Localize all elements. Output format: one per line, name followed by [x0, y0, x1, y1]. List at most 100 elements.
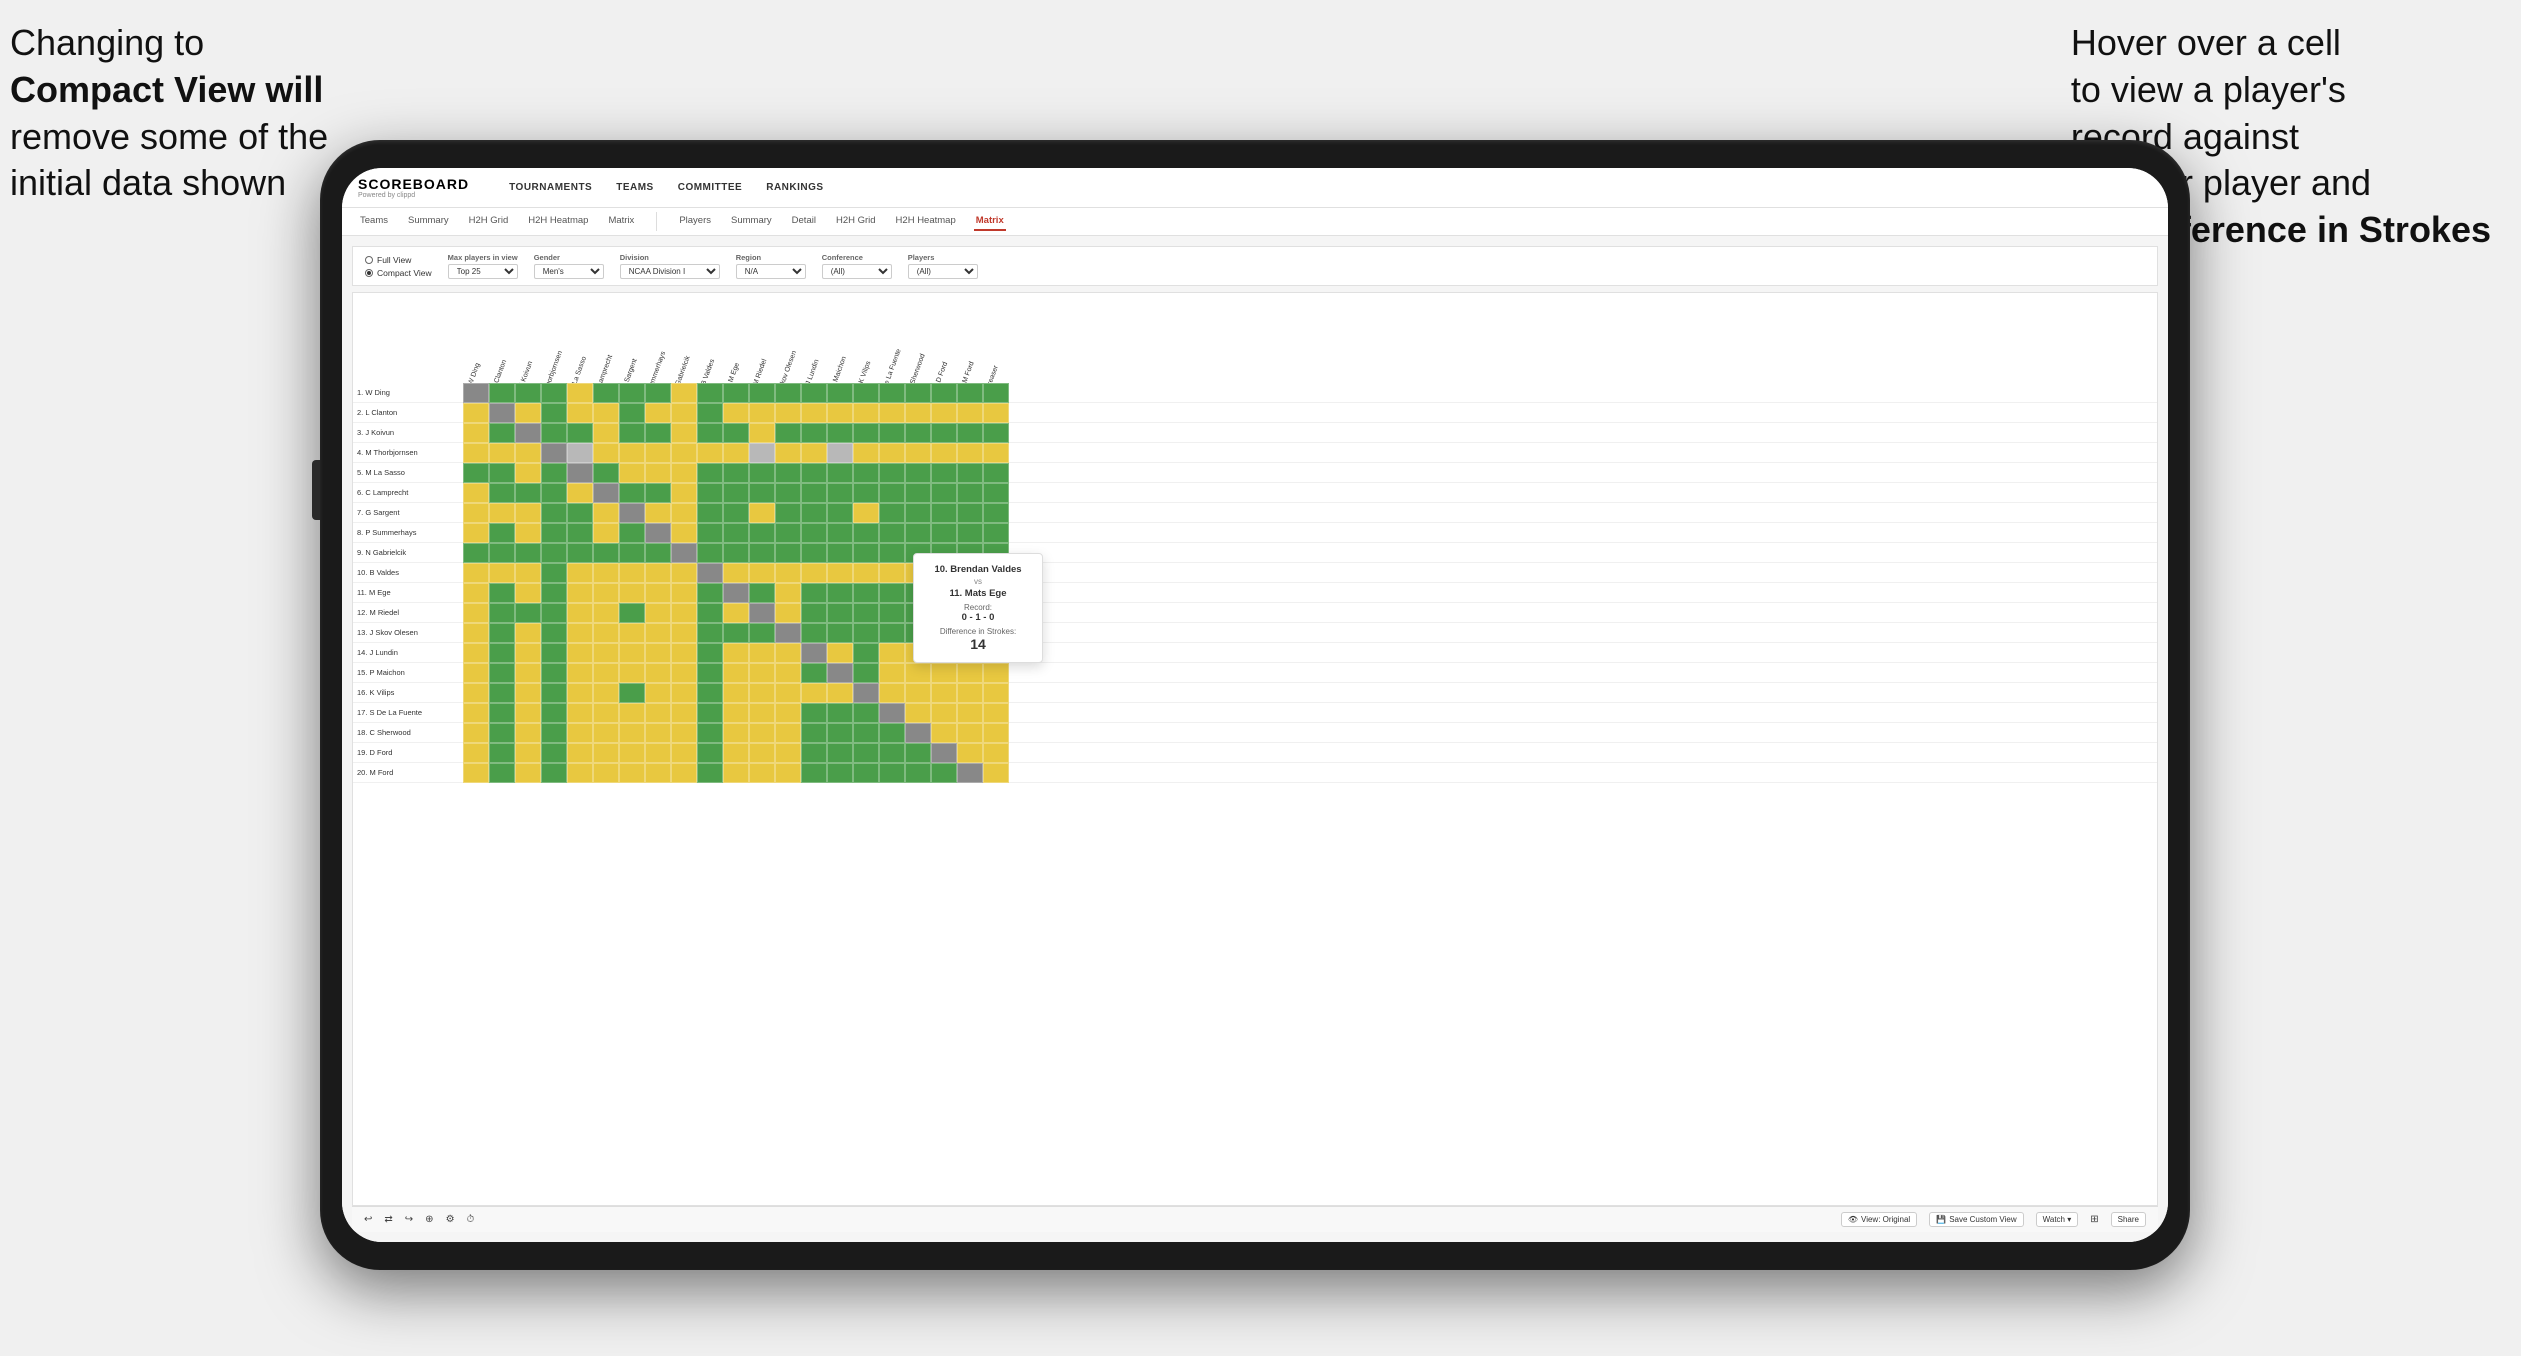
cell-7-10[interactable] — [723, 523, 749, 543]
cell-14-13[interactable] — [801, 663, 827, 683]
cell-16-3[interactable] — [541, 703, 567, 723]
cell-17-12[interactable] — [775, 723, 801, 743]
cell-3-10[interactable] — [723, 443, 749, 463]
cell-16-8[interactable] — [671, 703, 697, 723]
cell-12-9[interactable] — [697, 623, 723, 643]
cell-1-2[interactable] — [515, 403, 541, 423]
cell-2-2[interactable] — [515, 423, 541, 443]
cell-7-3[interactable] — [541, 523, 567, 543]
cell-18-16[interactable] — [879, 743, 905, 763]
cell-18-2[interactable] — [515, 743, 541, 763]
subnav-h2h-grid1[interactable]: H2H Grid — [467, 212, 511, 231]
cell-12-11[interactable] — [749, 623, 775, 643]
cell-2-1[interactable] — [489, 423, 515, 443]
subnav-matrix2[interactable]: Matrix — [974, 212, 1006, 231]
cell-8-7[interactable] — [645, 543, 671, 563]
cell-4-13[interactable] — [801, 463, 827, 483]
subnav-h2h-grid2[interactable]: H2H Grid — [834, 212, 878, 231]
cell-19-6[interactable] — [619, 763, 645, 783]
cell-2-10[interactable] — [723, 423, 749, 443]
cell-19-19[interactable] — [957, 763, 983, 783]
cell-15-17[interactable] — [905, 683, 931, 703]
cell-12-2[interactable] — [515, 623, 541, 643]
undo-icon[interactable]: ↩ — [364, 1214, 372, 1225]
cell-17-20[interactable] — [983, 723, 1009, 743]
cell-7-0[interactable] — [463, 523, 489, 543]
cell-11-0[interactable] — [463, 603, 489, 623]
cell-1-20[interactable] — [983, 403, 1009, 423]
cell-14-5[interactable] — [593, 663, 619, 683]
cell-18-14[interactable] — [827, 743, 853, 763]
cell-15-5[interactable] — [593, 683, 619, 703]
cell-5-13[interactable] — [801, 483, 827, 503]
cell-2-8[interactable] — [671, 423, 697, 443]
cell-3-12[interactable] — [775, 443, 801, 463]
cell-5-9[interactable] — [697, 483, 723, 503]
cell-4-17[interactable] — [905, 463, 931, 483]
cell-0-4[interactable] — [567, 383, 593, 403]
cell-5-19[interactable] — [957, 483, 983, 503]
cell-3-19[interactable] — [957, 443, 983, 463]
cell-11-10[interactable] — [723, 603, 749, 623]
subnav-detail[interactable]: Detail — [790, 212, 818, 231]
cell-14-18[interactable] — [931, 663, 957, 683]
cell-16-17[interactable] — [905, 703, 931, 723]
cell-13-1[interactable] — [489, 643, 515, 663]
cell-4-9[interactable] — [697, 463, 723, 483]
cell-8-5[interactable] — [593, 543, 619, 563]
cell-7-18[interactable] — [931, 523, 957, 543]
cell-2-14[interactable] — [827, 423, 853, 443]
cell-10-7[interactable] — [645, 583, 671, 603]
cell-1-3[interactable] — [541, 403, 567, 423]
cell-10-3[interactable] — [541, 583, 567, 603]
cell-4-1[interactable] — [489, 463, 515, 483]
cell-10-10[interactable] — [723, 583, 749, 603]
cell-3-3[interactable] — [541, 443, 567, 463]
cell-9-8[interactable] — [671, 563, 697, 583]
cell-18-4[interactable] — [567, 743, 593, 763]
cell-19-4[interactable] — [567, 763, 593, 783]
cell-13-2[interactable] — [515, 643, 541, 663]
cell-13-14[interactable] — [827, 643, 853, 663]
cell-15-8[interactable] — [671, 683, 697, 703]
cell-8-14[interactable] — [827, 543, 853, 563]
full-view-option[interactable]: Full View — [365, 255, 432, 265]
cell-6-17[interactable] — [905, 503, 931, 523]
cell-13-12[interactable] — [775, 643, 801, 663]
cell-18-19[interactable] — [957, 743, 983, 763]
cell-19-18[interactable] — [931, 763, 957, 783]
cell-3-7[interactable] — [645, 443, 671, 463]
cell-2-15[interactable] — [853, 423, 879, 443]
cell-4-20[interactable] — [983, 463, 1009, 483]
cell-18-12[interactable] — [775, 743, 801, 763]
cell-13-8[interactable] — [671, 643, 697, 663]
cell-11-8[interactable] — [671, 603, 697, 623]
cell-8-0[interactable] — [463, 543, 489, 563]
cell-15-7[interactable] — [645, 683, 671, 703]
cell-14-9[interactable] — [697, 663, 723, 683]
cell-6-1[interactable] — [489, 503, 515, 523]
cell-2-9[interactable] — [697, 423, 723, 443]
cell-17-8[interactable] — [671, 723, 697, 743]
cell-19-12[interactable] — [775, 763, 801, 783]
cell-19-5[interactable] — [593, 763, 619, 783]
cell-19-9[interactable] — [697, 763, 723, 783]
cell-1-14[interactable] — [827, 403, 853, 423]
cell-3-4[interactable] — [567, 443, 593, 463]
cell-9-10[interactable] — [723, 563, 749, 583]
cell-17-19[interactable] — [957, 723, 983, 743]
cell-16-10[interactable] — [723, 703, 749, 723]
cell-17-7[interactable] — [645, 723, 671, 743]
cell-1-8[interactable] — [671, 403, 697, 423]
cell-15-16[interactable] — [879, 683, 905, 703]
cell-5-0[interactable] — [463, 483, 489, 503]
cell-7-12[interactable] — [775, 523, 801, 543]
cell-2-4[interactable] — [567, 423, 593, 443]
cell-6-6[interactable] — [619, 503, 645, 523]
cell-0-9[interactable] — [697, 383, 723, 403]
cell-2-12[interactable] — [775, 423, 801, 443]
cell-19-10[interactable] — [723, 763, 749, 783]
cell-6-12[interactable] — [775, 503, 801, 523]
cell-0-10[interactable] — [723, 383, 749, 403]
cell-15-10[interactable] — [723, 683, 749, 703]
